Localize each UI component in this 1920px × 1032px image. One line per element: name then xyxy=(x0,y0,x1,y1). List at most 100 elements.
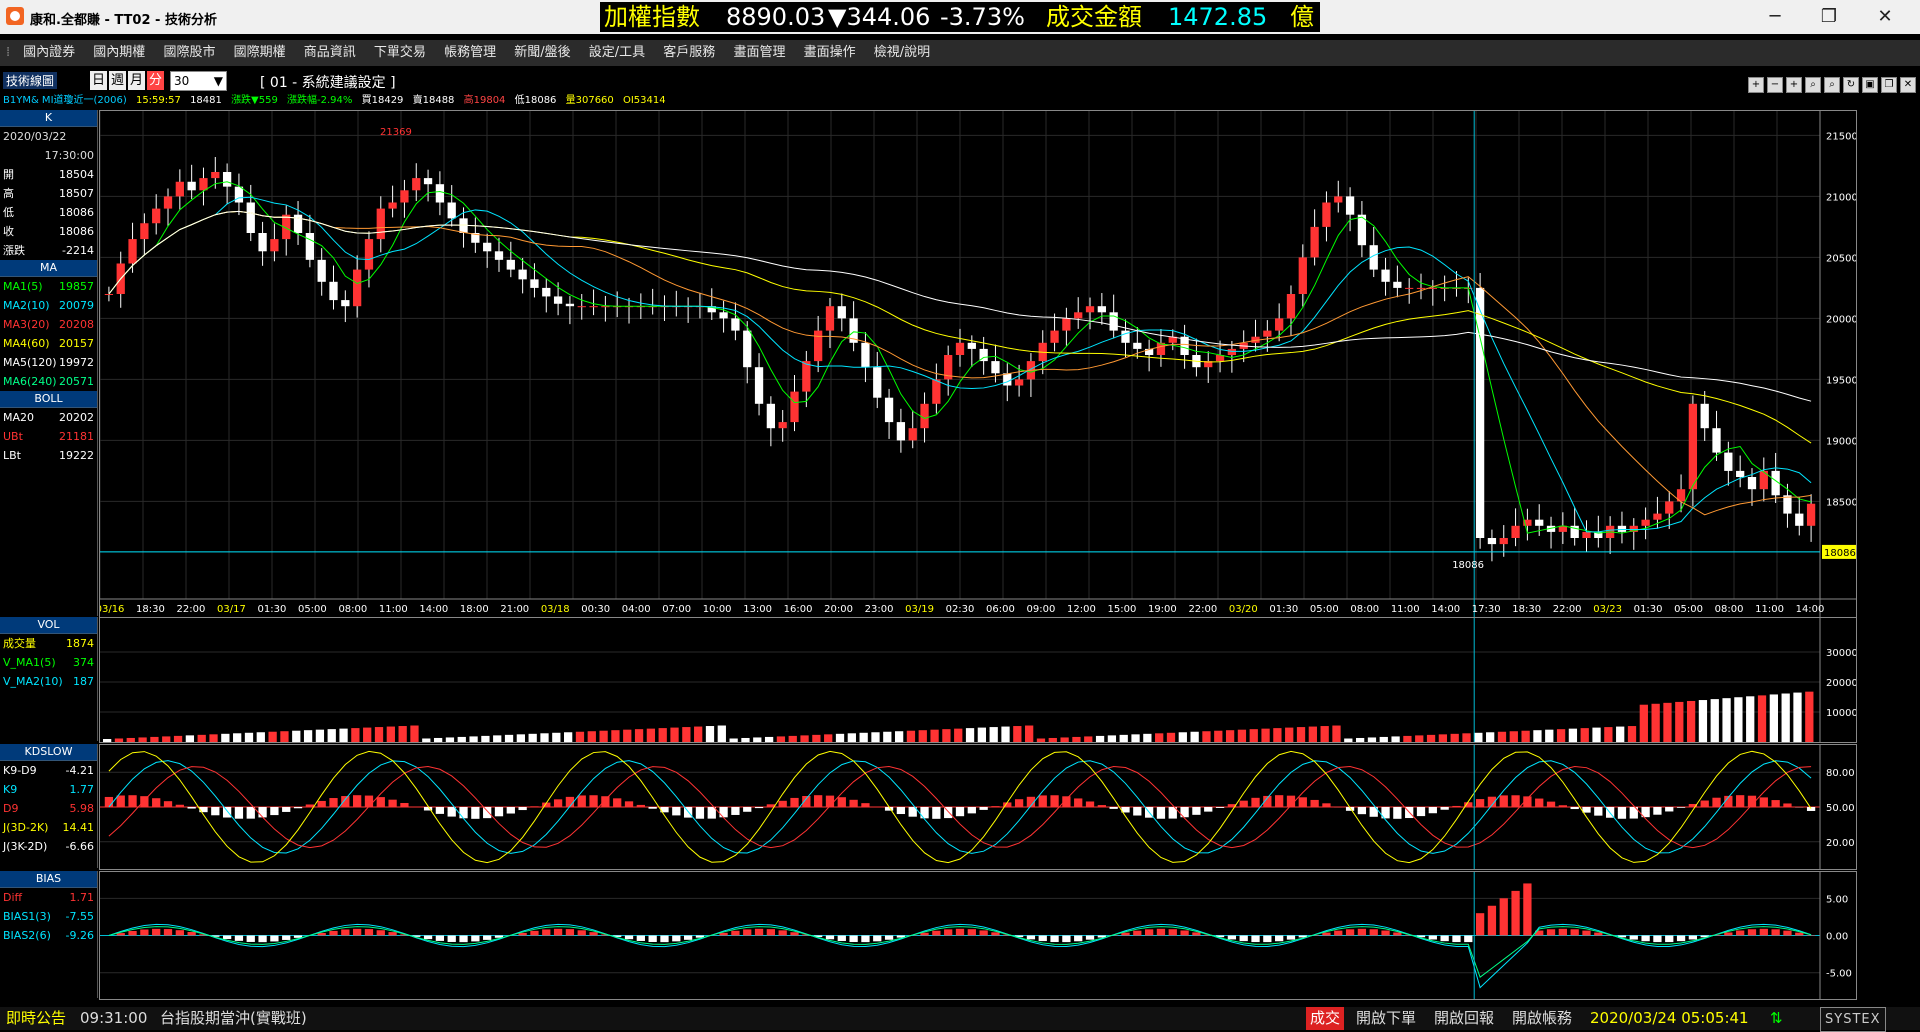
period-month-button[interactable]: 月 xyxy=(128,71,145,90)
crosshair-icon[interactable]: + xyxy=(1748,77,1764,93)
kd-label: K9-D9 xyxy=(3,761,37,780)
kd-diff-bar xyxy=(341,796,349,807)
quote-volume: 量307660 xyxy=(566,95,614,106)
volume-bar xyxy=(1344,739,1352,742)
maximize-button[interactable]: ❐ xyxy=(1806,4,1852,30)
volume-chart[interactable]: 300002000010000 xyxy=(99,617,1857,743)
bias-diff-bar xyxy=(1748,929,1756,935)
save-icon[interactable]: ▣ xyxy=(1862,77,1878,93)
announce-text[interactable]: 台指股期當沖(實戰班) xyxy=(160,1007,307,1030)
kd-diff-bar xyxy=(1677,807,1685,808)
kd-diff-bar xyxy=(1701,801,1709,807)
open-report-link[interactable]: 開啟回報 xyxy=(1434,1007,1494,1030)
bias-chart[interactable]: 5.000.00-5.00 xyxy=(99,871,1857,1000)
candle-body xyxy=(1511,526,1519,538)
candle-body xyxy=(814,331,822,362)
settings-preset[interactable]: [ 01 - 系統建議設定 ] xyxy=(260,72,396,92)
volume-bar xyxy=(1675,702,1683,742)
vol-value: 1874 xyxy=(66,634,94,653)
candle-body xyxy=(1050,331,1058,343)
bias-diff-bar xyxy=(1039,936,1047,942)
volume-bar xyxy=(517,734,525,742)
menu-item-screen-ops[interactable]: 畫面操作 xyxy=(797,40,863,66)
menu-item-domestic-futures[interactable]: 國內期權 xyxy=(86,40,152,66)
ma-label: MA2(10) xyxy=(3,296,50,315)
period-day-button[interactable]: 日 xyxy=(90,71,107,90)
volume-bar xyxy=(824,734,832,742)
kd-diff-bar xyxy=(1393,807,1401,819)
zoom-out-icon[interactable]: ⌕ xyxy=(1824,77,1840,93)
bias-diff-bar xyxy=(849,936,857,943)
x-tick-label: 15:00 xyxy=(1107,604,1136,615)
kd-diff-bar xyxy=(779,801,787,807)
kd-diff-bar xyxy=(1322,803,1330,807)
menu-item-intl-stocks[interactable]: 國際股市 xyxy=(156,40,222,66)
kd-diff-bar xyxy=(188,807,196,809)
kd-diff-bar xyxy=(696,807,704,819)
interval-select[interactable]: 30▼ xyxy=(170,71,227,91)
x-tick-label: 22:00 xyxy=(1553,604,1582,615)
volume-bar xyxy=(1037,738,1045,742)
kd-diff-bar xyxy=(625,801,633,807)
candle-body xyxy=(507,260,515,270)
y-tick-label: 30000 xyxy=(1826,648,1857,659)
minimize-button[interactable]: ─ xyxy=(1752,4,1798,30)
close-chart-icon[interactable]: ✕ xyxy=(1900,77,1916,93)
price-chart[interactable]: 2150021000205002000019500190001850018086… xyxy=(99,110,1857,618)
bias-diff-bar xyxy=(1594,933,1602,936)
volume-bar xyxy=(458,737,466,742)
x-tick-label: 03/16 xyxy=(99,604,124,615)
ma-label: MA6(240) xyxy=(3,372,57,391)
open-account-link[interactable]: 開啟帳務 xyxy=(1512,1007,1572,1030)
bias-diff-bar xyxy=(980,930,988,935)
menu-item-help[interactable]: 檢視/說明 xyxy=(867,40,937,66)
menu-item-domestic-securities[interactable]: 國內證券 xyxy=(16,40,82,66)
volume-bar xyxy=(860,733,868,742)
kd-chart[interactable]: 80.0050.0020.00 xyxy=(99,744,1857,870)
trade-badge: 成交 xyxy=(1306,1007,1344,1030)
menu-item-screen-mgmt[interactable]: 畫面管理 xyxy=(726,40,792,66)
volume-bar xyxy=(1261,729,1269,742)
volume-bar xyxy=(1734,697,1742,742)
open-order-link[interactable]: 開啟下單 xyxy=(1356,1007,1416,1030)
menu-item-accounts[interactable]: 帳務管理 xyxy=(437,40,503,66)
bias-diff-bar xyxy=(176,930,184,935)
candle-body xyxy=(932,379,940,403)
volume-bar xyxy=(529,734,537,742)
candle-body xyxy=(211,172,219,178)
volume-bar xyxy=(1013,726,1021,742)
bias-diff-bar xyxy=(152,929,160,936)
candle-body xyxy=(589,306,597,307)
bias-diff-bar xyxy=(188,932,196,935)
k-value: 18086 xyxy=(59,222,94,241)
bias-diff-bar xyxy=(578,930,586,935)
period-minute-button[interactable]: 分 xyxy=(147,71,164,90)
volume-bar xyxy=(1131,734,1139,742)
zoom-plus-icon[interactable]: + xyxy=(1786,77,1802,93)
announce-label[interactable]: 即時公告 xyxy=(6,1007,66,1030)
menu-item-service[interactable]: 客戶服務 xyxy=(656,40,722,66)
volume-bar xyxy=(670,728,678,742)
menu-item-product-info[interactable]: 商品資訊 xyxy=(297,40,363,66)
zoom-in-icon[interactable]: ⌕ xyxy=(1805,77,1821,93)
k-value: 18504 xyxy=(59,165,94,184)
period-week-button[interactable]: 週 xyxy=(109,71,126,90)
zoom-minus-icon[interactable]: − xyxy=(1767,77,1783,93)
menu-item-order[interactable]: 下單交易 xyxy=(367,40,433,66)
bias-diff-bar xyxy=(471,936,479,942)
k-row: 收18086 xyxy=(0,222,97,241)
menu-item-intl-futures[interactable]: 國際期權 xyxy=(227,40,293,66)
refresh-icon[interactable]: ↻ xyxy=(1843,77,1859,93)
x-tick-label: 08:00 xyxy=(1350,604,1379,615)
volume-bar xyxy=(706,726,714,742)
kd-diff-bar xyxy=(270,807,278,815)
menu-item-settings[interactable]: 設定/工具 xyxy=(582,40,652,66)
close-button[interactable]: ✕ xyxy=(1862,4,1908,30)
kd-diff-bar xyxy=(459,807,467,818)
kd-diff-bar xyxy=(294,807,302,808)
x-tick-label: 14:00 xyxy=(419,604,448,615)
bias-diff-bar xyxy=(1677,936,1685,942)
bias-diff-bar xyxy=(282,936,290,940)
copy-icon[interactable]: ❐ xyxy=(1881,77,1897,93)
menu-item-news[interactable]: 新聞/盤後 xyxy=(507,40,577,66)
